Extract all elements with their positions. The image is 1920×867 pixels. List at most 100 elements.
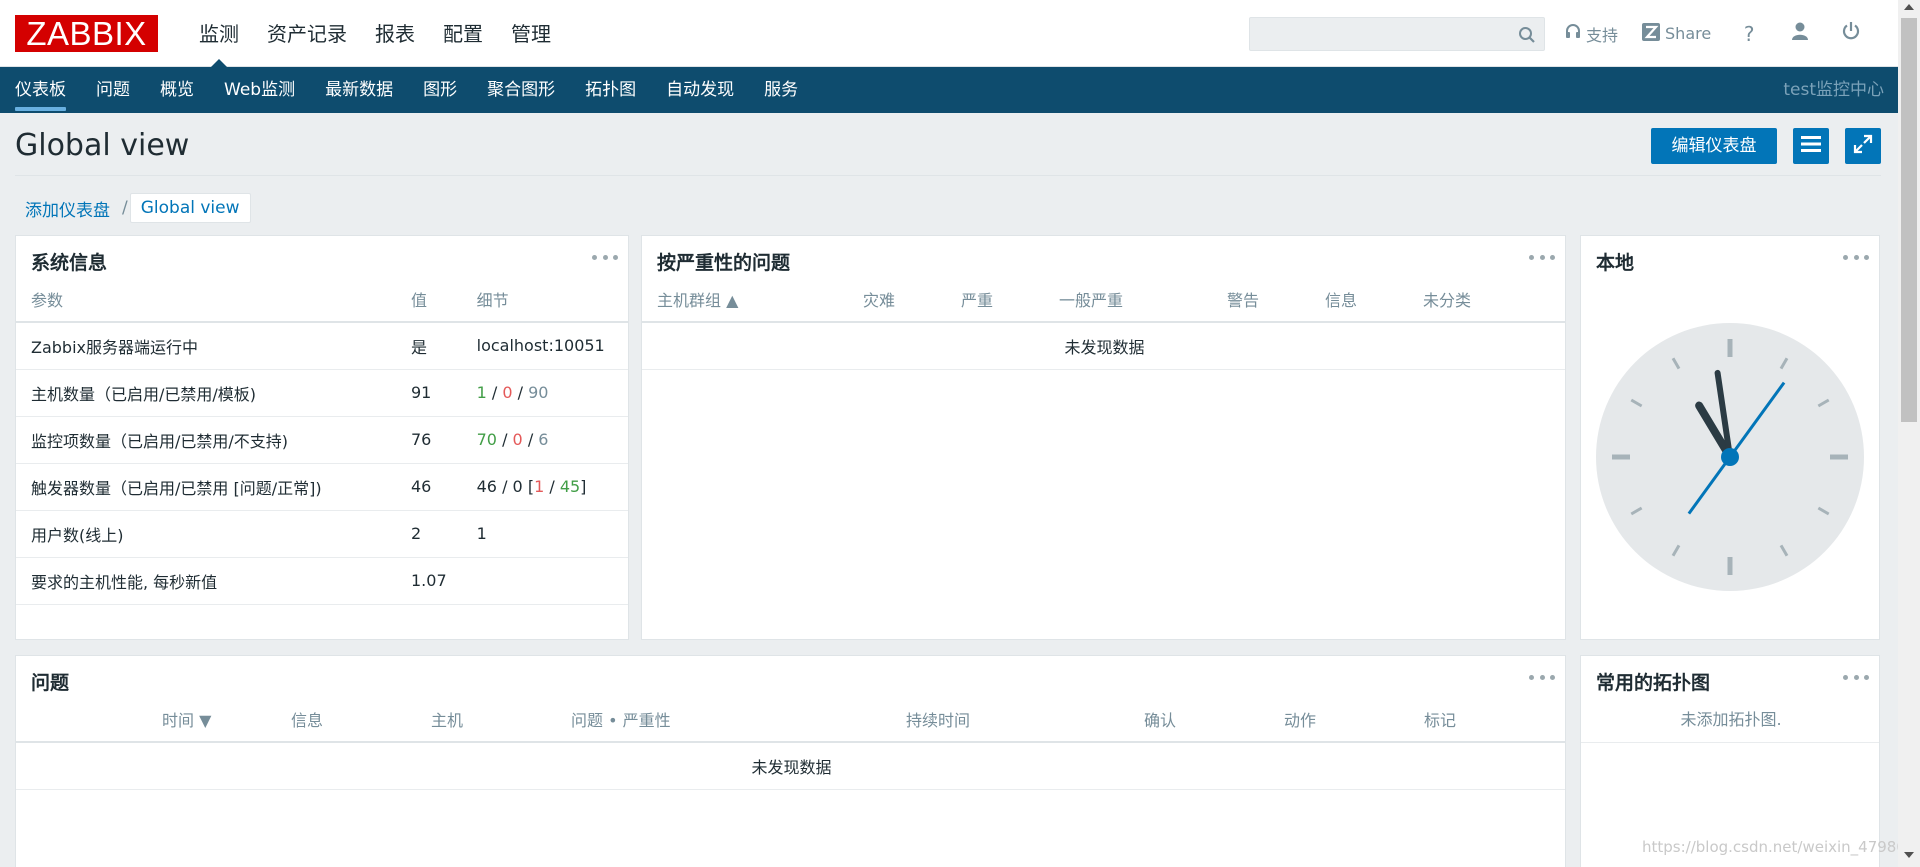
help-button[interactable]: ? xyxy=(1735,20,1763,48)
page-title: Global view xyxy=(15,128,190,163)
param-cell: 要求的主机性能, 每秒新值 xyxy=(16,557,396,605)
subnav-dashboard[interactable]: 仪表板 xyxy=(0,67,81,113)
scroll-down-arrow[interactable] xyxy=(1904,852,1914,858)
column-header-time[interactable]: 时间 ▼ xyxy=(16,696,276,743)
severity-table: 主机群组 ▲ 灾难 严重 一般严重 警告 信息 未分类 未发现数据 xyxy=(642,276,1565,370)
share-label: Share xyxy=(1665,24,1712,43)
header-divider xyxy=(15,175,1881,176)
value-cell: 91 xyxy=(396,369,462,417)
value-cell: 2 xyxy=(396,510,462,558)
widget-title: 问题 xyxy=(31,672,70,694)
column-header: 信息 xyxy=(1310,276,1408,323)
value-cell: 是 xyxy=(396,322,462,370)
subnav-latest-data[interactable]: 最新数据 xyxy=(310,67,408,113)
widget-title: 系统信息 xyxy=(31,252,108,274)
system-info-table: 参数 值 细节 Zabbix服务器端运行中 是 localhost:10051 … xyxy=(16,276,628,605)
widget-menu-button[interactable] xyxy=(1529,250,1555,264)
value-cell: 1.07 xyxy=(396,557,462,605)
share-link[interactable]: Share xyxy=(1642,22,1712,45)
user-profile-button[interactable] xyxy=(1786,20,1814,48)
no-data-message: 未发现数据 xyxy=(642,322,1565,370)
subnav-overview[interactable]: 概览 xyxy=(145,67,209,113)
clock-widget: 本地 xyxy=(1580,235,1880,640)
support-label: 支持 xyxy=(1586,25,1619,45)
problems-table: 时间 ▼ 信息 主机 问题 • 严重性 持续时间 确认 动作 标记 未发现数据 xyxy=(16,696,1565,790)
logout-button[interactable] xyxy=(1837,20,1865,48)
subnav-screens[interactable]: 聚合图形 xyxy=(472,67,570,113)
breadcrumb-dashboards-link[interactable]: 添加仪表盘 xyxy=(15,196,120,221)
table-row: 未发现数据 xyxy=(16,742,1565,790)
subnav-graphs[interactable]: 图形 xyxy=(408,67,472,113)
fullscreen-button[interactable] xyxy=(1845,128,1881,164)
edit-dashboard-button[interactable]: 编辑仪表盘 xyxy=(1651,128,1777,164)
column-header: 标记 xyxy=(1409,696,1565,743)
subnav-services[interactable]: 服务 xyxy=(749,67,813,113)
detail-cell: 1 xyxy=(461,510,628,558)
column-header: 参数 xyxy=(16,276,396,323)
column-header-host-group[interactable]: 主机群组 ▲ xyxy=(642,276,848,323)
widget-menu-button[interactable] xyxy=(1843,670,1869,684)
search-icon[interactable] xyxy=(1518,26,1536,48)
menu-icon xyxy=(1801,135,1821,157)
breadcrumb: 添加仪表盘 / Global view xyxy=(15,192,251,224)
header-tools: 支持 Share ? xyxy=(1565,0,1888,67)
scrollbar-thumb[interactable] xyxy=(1901,18,1917,422)
headset-icon xyxy=(1565,23,1586,44)
scroll-up-arrow[interactable] xyxy=(1904,4,1914,10)
subnav-web[interactable]: Web监测 xyxy=(209,67,310,113)
column-header: 一般严重 xyxy=(1044,276,1212,323)
main-nav-reports[interactable]: 报表 xyxy=(361,0,429,67)
top-header: ZABBIX 监测 资产记录 报表 配置 管理 支持 Share ? xyxy=(0,0,1898,68)
main-nav-inventory[interactable]: 资产记录 xyxy=(253,0,361,67)
column-header: 严重 xyxy=(946,276,1044,323)
main-nav: 监测 资产记录 报表 配置 管理 xyxy=(185,0,565,68)
param-cell: Zabbix服务器端运行中 xyxy=(16,322,396,370)
sub-nav: 仪表板 问题 概览 Web监测 最新数据 图形 聚合图形 拓扑图 自动发现 服务… xyxy=(0,67,1898,113)
table-row: 未发现数据 xyxy=(642,322,1565,370)
column-header: 持续时间 xyxy=(891,696,1129,743)
column-header: 动作 xyxy=(1269,696,1409,743)
param-cell: 主机数量（已启用/已禁用/模板) xyxy=(16,369,396,417)
widget-menu-button[interactable] xyxy=(1529,670,1555,684)
table-row: 触发器数量（已启用/已禁用 [问题/正常]) 46 46 / 0 [1 / 45… xyxy=(16,463,628,511)
page-scrollbar[interactable] xyxy=(1898,0,1920,867)
clock-center xyxy=(1721,448,1739,466)
column-header: 问题 • 严重性 xyxy=(556,696,891,743)
support-link[interactable]: 支持 xyxy=(1565,22,1618,46)
no-data-message: 未发现数据 xyxy=(16,742,1565,790)
widget-menu-button[interactable] xyxy=(592,250,618,264)
value-cell: 46 xyxy=(396,463,462,511)
search-input[interactable] xyxy=(1250,18,1544,50)
detail-cell: 1 / 0 / 90 xyxy=(461,369,628,417)
table-row: 主机数量（已启用/已禁用/模板) 91 1 / 0 / 90 xyxy=(16,369,628,417)
widget-title: 常用的拓扑图 xyxy=(1596,672,1711,694)
column-header: 信息 xyxy=(276,696,416,743)
main-nav-configuration[interactable]: 配置 xyxy=(429,0,497,67)
problems-by-severity-widget: 按严重性的问题 主机群组 ▲ 灾难 严重 一般严重 警告 信息 未分类 未发现数… xyxy=(641,235,1566,640)
detail-cell xyxy=(461,557,628,605)
search-box xyxy=(1249,17,1545,51)
param-cell: 监控项数量（已启用/已禁用/不支持) xyxy=(16,416,396,464)
widget-title: 按严重性的问题 xyxy=(657,252,791,274)
system-info-widget: 系统信息 参数 值 细节 Zabbix服务器端运行中 是 localhost:1… xyxy=(15,235,629,640)
table-row: 监控项数量（已启用/已禁用/不支持) 76 70 / 0 / 6 xyxy=(16,416,628,464)
widget-menu-button[interactable] xyxy=(1843,250,1869,264)
widget-title: 本地 xyxy=(1596,252,1635,274)
breadcrumb-current[interactable]: Global view xyxy=(129,193,251,223)
column-header: 细节 xyxy=(461,276,628,323)
subnav-discovery[interactable]: 自动发现 xyxy=(651,67,749,113)
main-nav-administration[interactable]: 管理 xyxy=(497,0,565,67)
subnav-problems[interactable]: 问题 xyxy=(81,67,145,113)
column-header: 灾难 xyxy=(848,276,946,323)
analog-clock xyxy=(1596,323,1864,591)
subnav-maps[interactable]: 拓扑图 xyxy=(570,67,651,113)
problems-widget: 问题 时间 ▼ 信息 主机 问题 • 严重性 持续时间 确认 动作 标记 未发现… xyxy=(15,655,1566,867)
column-header: 确认 xyxy=(1129,696,1269,743)
zabbix-logo[interactable]: ZABBIX xyxy=(15,15,158,52)
dashboard-actions-button[interactable] xyxy=(1793,128,1829,164)
user-icon xyxy=(1790,21,1810,46)
main-nav-monitoring[interactable]: 监测 xyxy=(185,0,253,68)
no-maps-message: 未添加拓扑图. xyxy=(1581,696,1879,743)
power-icon xyxy=(1841,21,1861,46)
watermark: https://blog.csdn.net/weixin_4798023 xyxy=(1642,838,1920,856)
